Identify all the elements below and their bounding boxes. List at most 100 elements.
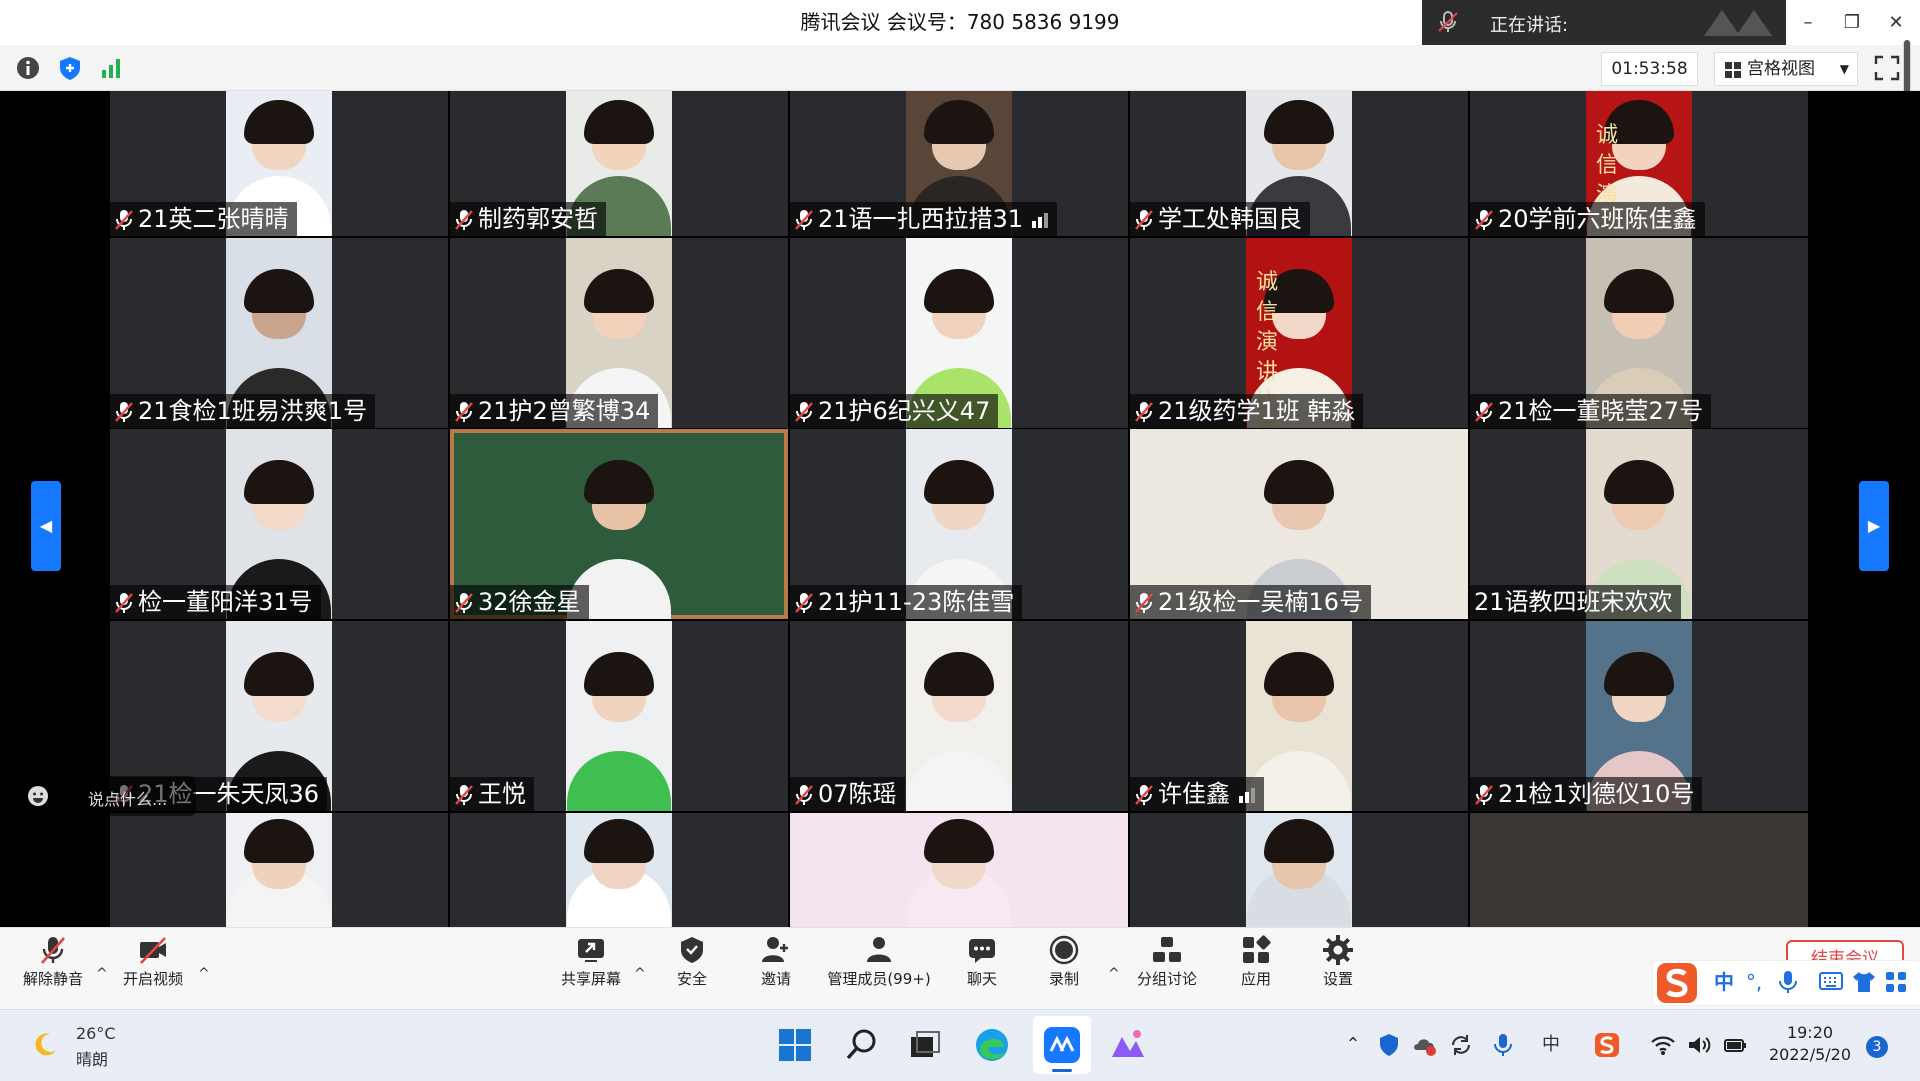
participant-tile[interactable]: 王悦 [450, 621, 788, 811]
invite-button[interactable]: 邀请 [746, 934, 806, 989]
person-hair [584, 652, 654, 696]
participant-video [566, 621, 672, 811]
chat-input[interactable]: 说点什么... [16, 776, 196, 816]
keyboard-icon[interactable] [1819, 971, 1843, 991]
participant-tile[interactable]: 许佳鑫 [1130, 621, 1468, 811]
weather-widget[interactable]: 26°C 晴朗 [30, 1024, 190, 1069]
tray-ime-lang[interactable]: 中 [1538, 1032, 1564, 1058]
participant-tile[interactable] [450, 813, 788, 927]
participant-name-tag: 07陈瑶 [790, 777, 905, 811]
invite-label: 邀请 [760, 970, 791, 988]
participant-tile[interactable] [110, 813, 448, 927]
audio-options-caret[interactable]: ^ [96, 966, 108, 982]
participant-tile[interactable]: 21护2曾繁博34 [450, 238, 788, 428]
sogou-tray-icon[interactable] [1594, 1032, 1620, 1058]
skin-icon[interactable] [1851, 970, 1877, 994]
person-hair [1604, 269, 1674, 313]
participant-name-tag: 21检1刘德仪10号 [1470, 777, 1703, 811]
video-options-caret[interactable]: ^ [198, 966, 210, 982]
participant-tile[interactable]: 21英二张晴晴 [110, 91, 448, 236]
share-screen-label: 共享屏幕 [560, 970, 621, 988]
settings-label: 设置 [1322, 970, 1353, 988]
onedrive-icon[interactable] [1412, 1032, 1438, 1058]
muted-mic-icon [1135, 593, 1153, 613]
person-face [924, 460, 994, 530]
sync-icon[interactable] [1448, 1032, 1474, 1058]
voice-input-icon[interactable] [1777, 970, 1799, 994]
participant-tile[interactable]: 21语教四班宋欢欢 [1470, 429, 1808, 619]
defender-icon[interactable] [1376, 1032, 1402, 1058]
participant-tile[interactable]: 21护11-23陈佳雪 [790, 429, 1128, 619]
view-mode-dropdown[interactable]: 宫格视图 ▼ [1714, 52, 1858, 86]
participant-tile[interactable]: 21护6纪兴义47 [790, 238, 1128, 428]
start-menu-icon[interactable] [775, 1025, 815, 1065]
participant-tile[interactable]: 07陈瑶 [790, 621, 1128, 811]
next-page-button[interactable]: ▶ [1859, 481, 1889, 571]
participant-tile[interactable]: 21检一董晓莹27号 [1470, 238, 1808, 428]
participant-tile[interactable]: 制药郭安哲 [450, 91, 788, 236]
edge-browser-icon[interactable] [972, 1025, 1012, 1065]
chat-placeholder: 说点什么... [88, 790, 168, 809]
share-options-caret[interactable]: ^ [634, 966, 646, 982]
minimize-button[interactable]: – [1786, 0, 1830, 45]
system-clock[interactable]: 19:20 2022/5/20 [1760, 1022, 1860, 1066]
chat-button[interactable]: 聊天 [952, 934, 1012, 989]
task-view-icon[interactable] [905, 1025, 945, 1065]
signal-icon[interactable] [98, 54, 126, 82]
search-icon[interactable] [842, 1025, 882, 1065]
apps-button[interactable]: 应用 [1226, 934, 1286, 989]
security-button[interactable]: 安全 [662, 934, 722, 989]
close-button[interactable]: ✕ [1874, 0, 1918, 45]
prev-page-button[interactable]: ◀ [31, 481, 61, 571]
muted-mic-icon [1475, 402, 1493, 422]
share-screen-button[interactable]: 共享屏幕 [556, 934, 626, 989]
volume-icon[interactable] [1686, 1032, 1712, 1058]
muted-mic-icon [795, 402, 813, 422]
info-icon[interactable] [14, 54, 42, 82]
microphone-icon[interactable] [1490, 1032, 1516, 1058]
participant-name: 21语一扎西拉措31 [818, 205, 1024, 233]
sogou-logo-icon[interactable] [1655, 961, 1699, 1005]
taskbar-active-app[interactable] [1033, 1016, 1091, 1074]
shield-icon[interactable] [56, 54, 84, 82]
ime-lang-toggle[interactable]: 中 [1711, 969, 1737, 995]
participant-tile[interactable] [790, 813, 1128, 927]
record-options-caret[interactable]: ^ [1108, 966, 1120, 982]
ime-punct-toggle[interactable]: °, [1741, 969, 1767, 995]
control-bar: 解除静音 ^ 开启视频 ^ 共享屏幕 ^ 安全 邀请 管理成员(99+) 聊天 … [0, 927, 1920, 1010]
participant-tile[interactable]: 21级检一吴楠16号 [1130, 429, 1468, 619]
muted-mic-icon [455, 785, 473, 805]
person-face [244, 99, 314, 170]
record-button[interactable]: 录制 [1034, 934, 1094, 989]
participant-tile[interactable]: 检一董阳洋31号 [110, 429, 448, 619]
person-hair [244, 269, 314, 313]
unmute-button[interactable]: 解除静音 [18, 934, 88, 989]
participant-tile[interactable]: 21语一扎西拉措31 [790, 91, 1128, 236]
tray-overflow-icon[interactable]: ⌃ [1340, 1032, 1366, 1058]
person-hair [924, 269, 994, 313]
fullscreen-icon[interactable] [1873, 54, 1901, 82]
audio-level-icon [1239, 788, 1255, 803]
participant-tile[interactable]: 学工处韩国良 [1130, 91, 1468, 236]
participant-name: 21护11-23陈佳雪 [818, 588, 1015, 616]
start-video-button[interactable]: 开启视频 [118, 934, 188, 989]
settings-button[interactable]: 设置 [1308, 934, 1368, 989]
app-shortcut-icon[interactable] [1108, 1025, 1148, 1065]
share-screen-icon [578, 939, 604, 962]
notification-badge[interactable]: 3 [1866, 1036, 1888, 1058]
participant-tile[interactable]: 21检1刘德仪10号 [1470, 621, 1808, 811]
participant-tile[interactable]: 诚信演讲比赛20学前六班陈佳鑫 [1470, 91, 1808, 236]
wifi-icon[interactable] [1650, 1032, 1676, 1058]
participant-tile[interactable]: 21食检1班易洪爽1号 [110, 238, 448, 428]
restore-button[interactable]: ❐ [1830, 0, 1874, 45]
participant-tile[interactable] [1130, 813, 1468, 927]
participant-name-tag: 21检一董晓莹27号 [1470, 394, 1712, 428]
muted-mic-icon [115, 210, 133, 230]
breakout-rooms-button[interactable]: 分组讨论 [1130, 934, 1204, 989]
participant-tile[interactable]: 32徐金星 [450, 429, 788, 619]
participant-tile[interactable]: 诚信演讲比赛21级药学1班 韩淼 [1130, 238, 1468, 428]
manage-members-button[interactable]: 管理成员(99+) [822, 934, 936, 989]
emoji-icon[interactable] [26, 784, 50, 808]
ime-toolbox-icon[interactable] [1885, 971, 1907, 993]
battery-icon[interactable] [1722, 1032, 1748, 1058]
